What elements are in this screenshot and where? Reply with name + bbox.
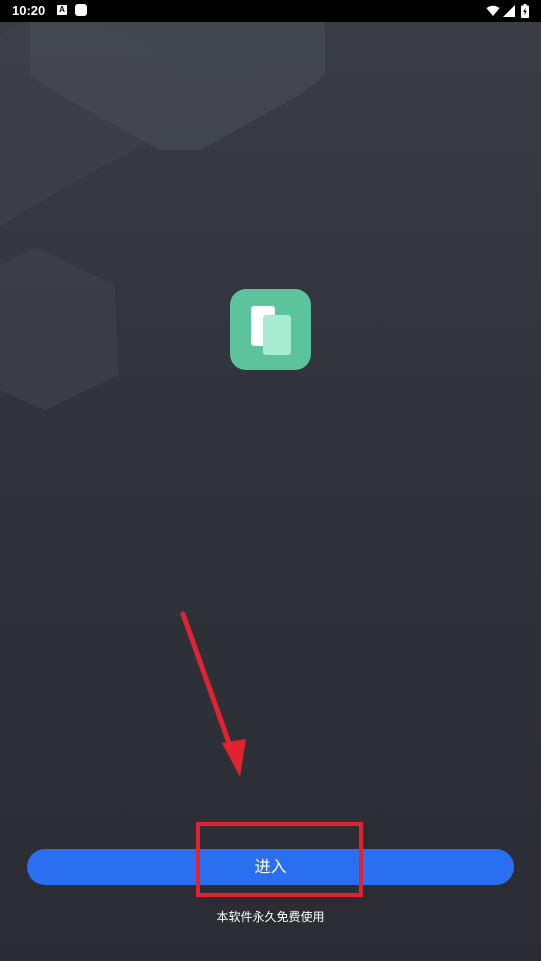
status-bar: 10:20 A — [0, 0, 541, 22]
wifi-icon — [486, 5, 500, 16]
signal-icon — [503, 5, 515, 17]
notification-a-icon: A — [57, 5, 67, 15]
notification-square-icon — [75, 4, 87, 16]
status-time: 10:20 — [12, 3, 46, 18]
annotation-arrow-icon — [180, 611, 246, 777]
battery-icon — [521, 4, 529, 18]
